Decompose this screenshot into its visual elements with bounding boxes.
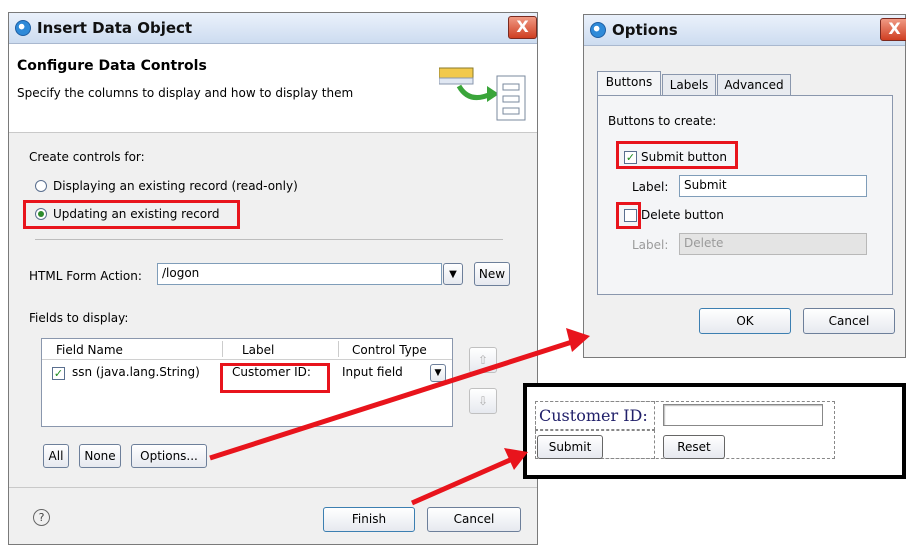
arrow-finish-to-preview [410,448,528,506]
annotation-arrows [209,328,590,506]
arrow-options-to-dialog [209,328,590,461]
